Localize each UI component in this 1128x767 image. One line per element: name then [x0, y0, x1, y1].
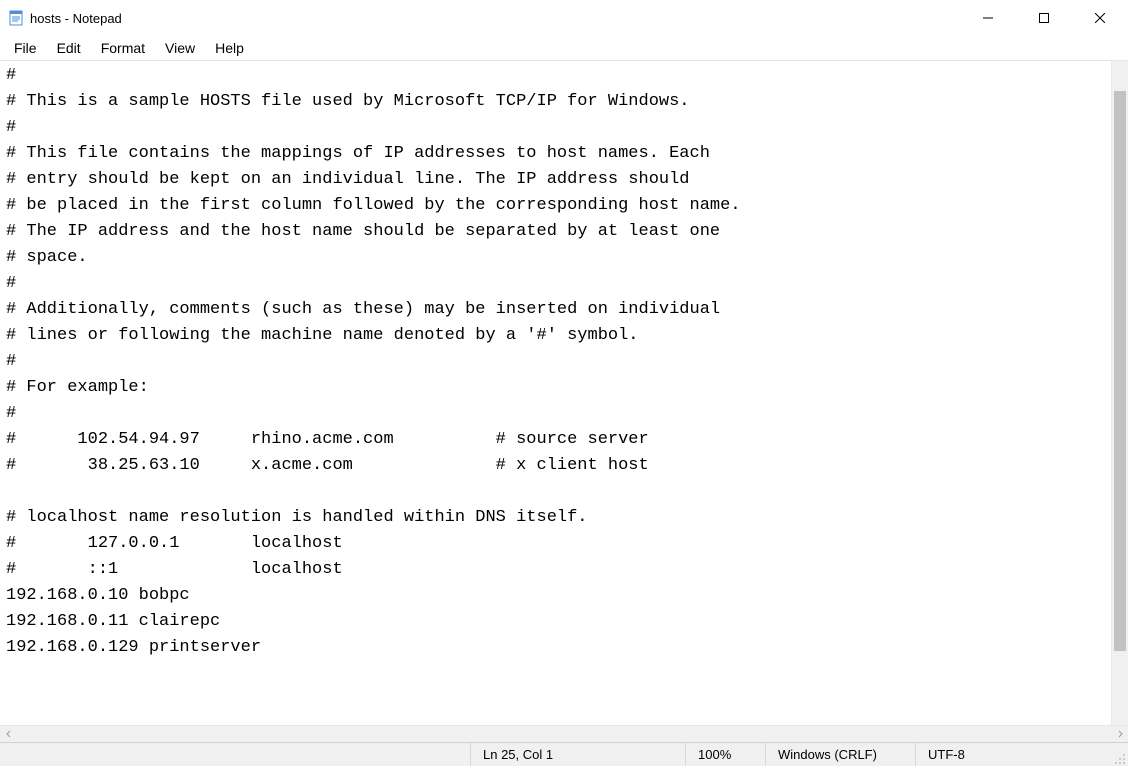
status-cursor-position: Ln 25, Col 1	[470, 743, 685, 766]
menu-view[interactable]: View	[155, 38, 205, 58]
horizontal-scrollbar[interactable]	[0, 725, 1128, 742]
menubar: File Edit Format View Help	[0, 36, 1128, 60]
maximize-button[interactable]	[1016, 0, 1072, 36]
text-editor[interactable]: # # This is a sample HOSTS file used by …	[0, 61, 1111, 725]
status-empty	[0, 743, 470, 766]
status-zoom: 100%	[685, 743, 765, 766]
window-controls	[960, 0, 1128, 36]
notepad-icon	[8, 10, 24, 26]
resize-grip[interactable]	[1110, 743, 1128, 767]
editor-container: # # This is a sample HOSTS file used by …	[0, 60, 1128, 742]
scroll-right-arrow-icon[interactable]	[1111, 726, 1128, 743]
status-encoding: UTF-8	[915, 743, 1110, 766]
status-line-ending: Windows (CRLF)	[765, 743, 915, 766]
vertical-scrollbar[interactable]	[1111, 61, 1128, 725]
menu-edit[interactable]: Edit	[47, 38, 91, 58]
menu-help[interactable]: Help	[205, 38, 254, 58]
window-title: hosts - Notepad	[30, 11, 122, 26]
menu-format[interactable]: Format	[91, 38, 155, 58]
minimize-button[interactable]	[960, 0, 1016, 36]
titlebar[interactable]: hosts - Notepad	[0, 0, 1128, 36]
menu-file[interactable]: File	[4, 38, 47, 58]
scroll-left-arrow-icon[interactable]	[0, 726, 17, 743]
vertical-scroll-thumb[interactable]	[1114, 91, 1126, 651]
close-button[interactable]	[1072, 0, 1128, 36]
statusbar: Ln 25, Col 1 100% Windows (CRLF) UTF-8	[0, 742, 1128, 766]
